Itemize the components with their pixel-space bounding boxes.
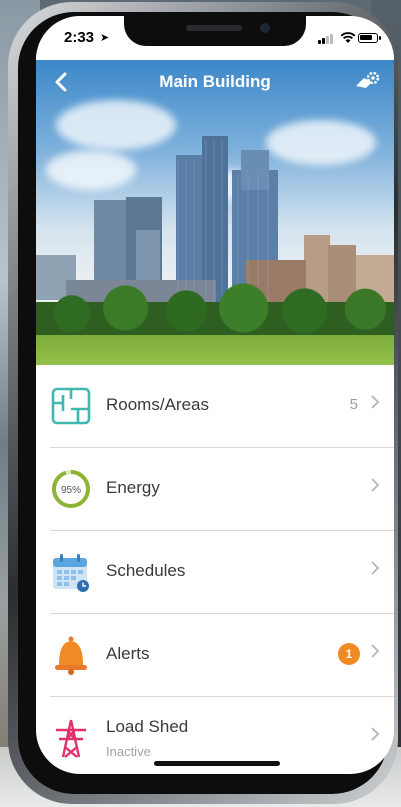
- battery-icon: [358, 33, 381, 43]
- menu-item-rooms[interactable]: Rooms/Areas 5: [50, 365, 394, 448]
- menu-label: Energy: [106, 478, 160, 497]
- lawn: [36, 335, 394, 365]
- speaker: [186, 25, 242, 31]
- alert-count-badge: 1: [338, 643, 360, 665]
- chevron-right-icon: [371, 727, 380, 741]
- location-arrow-icon: ➤: [100, 32, 110, 44]
- calendar-icon: [53, 554, 89, 592]
- building-gear-icon: [356, 71, 380, 88]
- home-indicator[interactable]: [154, 761, 280, 766]
- chevron-right-icon: [371, 478, 380, 492]
- chevron-right-icon: [371, 395, 380, 409]
- signal-icon: [318, 34, 336, 44]
- power-tower-icon: [56, 719, 86, 758]
- status-time: 2:33: [64, 29, 95, 46]
- building-settings-button[interactable]: [354, 70, 380, 92]
- floorplan-icon: [51, 387, 91, 425]
- chevron-right-icon: [371, 561, 380, 575]
- menu-item-alerts[interactable]: Alerts 1: [50, 614, 394, 697]
- menu-item-energy[interactable]: 95% Energy: [50, 448, 394, 531]
- building-menu-list: Rooms/Areas 5 95% Energy Schedules Alert…: [36, 365, 394, 774]
- energy-gauge-icon: 95%: [52, 470, 90, 508]
- menu-label: Rooms/Areas: [106, 395, 209, 414]
- tree-line: [36, 279, 394, 337]
- rooms-count: 5: [349, 396, 358, 413]
- wifi-icon: [340, 32, 356, 43]
- camera: [260, 23, 270, 33]
- app-screen: 2:33 ➤ Main Building Rooms/Areas 5 95% E…: [36, 16, 394, 774]
- notch: [124, 16, 306, 46]
- load-shed-status: Inactive: [106, 744, 151, 759]
- menu-item-schedules[interactable]: Schedules: [50, 531, 394, 614]
- page-title: Main Building: [159, 72, 271, 91]
- building-hero-image: Main Building: [36, 60, 394, 365]
- menu-label: Load Shed: [106, 717, 189, 736]
- menu-label: Alerts: [106, 644, 150, 663]
- menu-label: Schedules: [106, 561, 186, 580]
- bell-icon: [55, 636, 87, 675]
- chevron-right-icon: [371, 644, 380, 658]
- energy-gauge-text: 95%: [61, 485, 81, 496]
